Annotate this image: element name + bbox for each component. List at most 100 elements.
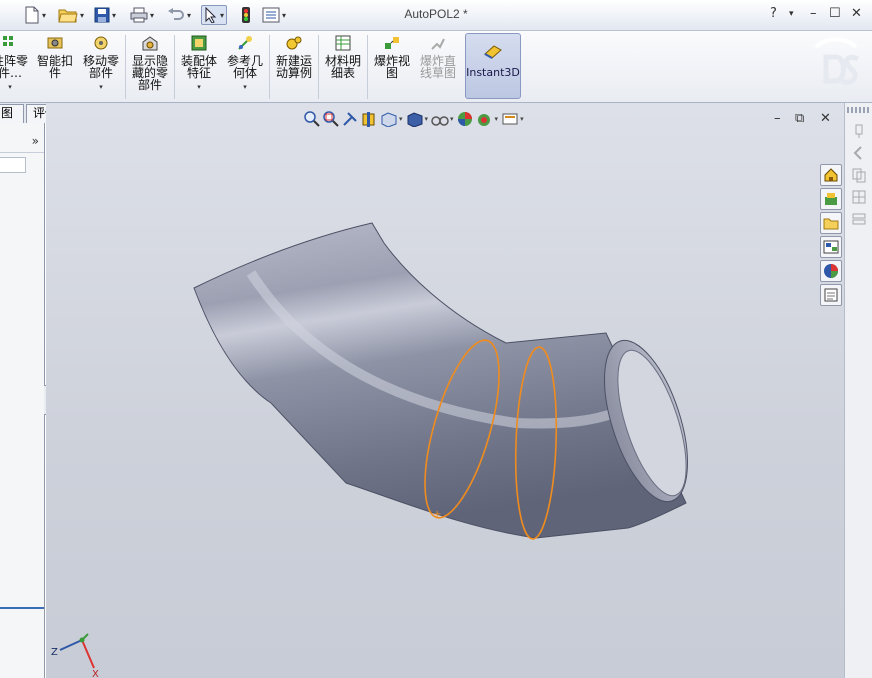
dropdown-arrow[interactable]: ▾ — [425, 115, 429, 123]
task-pane-file-explorer-tab[interactable] — [820, 212, 842, 234]
dropdown-arrow[interactable]: ▾ — [282, 11, 286, 20]
button-label: 爆炸直 线草图 — [419, 54, 456, 80]
bill-of-materials-button[interactable]: 材料明 细表 — [322, 34, 364, 100]
dropdown-arrow[interactable]: ▾ — [81, 81, 121, 93]
triad-x-label: X — [92, 669, 99, 678]
rebuild-button[interactable] — [240, 5, 252, 25]
panel-header: » — [0, 131, 44, 153]
dropdown-arrow[interactable]: ▾ — [178, 81, 220, 93]
zoom-area-icon — [323, 111, 339, 127]
ribbon-separator — [269, 35, 270, 99]
linear-pattern-button[interactable]: 性阵零 件… ▾ — [0, 34, 28, 100]
new-document-icon — [25, 6, 39, 24]
view-settings-icon — [502, 113, 518, 125]
minimize-button[interactable]: – — [810, 6, 817, 21]
exploded-view-button[interactable]: 爆炸视 图 — [370, 34, 414, 100]
task-pane-grip[interactable] — [847, 107, 871, 113]
help-button[interactable]: ? — [770, 6, 777, 21]
cursor-arrow-icon — [205, 7, 217, 23]
panel-filter-field[interactable] — [0, 157, 26, 173]
dropdown-arrow[interactable]: ▾ — [399, 115, 403, 123]
edit-appearance-button[interactable] — [457, 111, 473, 127]
assembly-feature-button[interactable]: 装配体 特征 ▾ — [178, 34, 220, 100]
zoom-area-button[interactable] — [323, 111, 339, 127]
open-button[interactable]: ▾ — [58, 5, 84, 25]
new-motion-study-button[interactable]: 新建运 动算例 — [273, 34, 315, 100]
help-dropdown[interactable]: ▾ — [789, 9, 794, 19]
pattern-icon — [3, 36, 13, 46]
dropdown-arrow[interactable]: ▾ — [450, 115, 454, 123]
ribbon-separator — [174, 35, 175, 99]
dropdown-arrow[interactable]: ▾ — [187, 11, 191, 20]
pin-icon[interactable] — [851, 123, 867, 139]
button-label: 装配体 特征 — [180, 54, 217, 80]
zoom-to-fit-button[interactable] — [304, 111, 320, 127]
view-settings-button[interactable]: ▾ — [501, 111, 524, 127]
assembly-feature-icon — [191, 35, 207, 51]
task-pane-custom-properties-tab[interactable] — [820, 284, 842, 306]
design-library-icon — [825, 193, 837, 205]
tab-drawing[interactable]: 图 — [0, 104, 24, 123]
smart-fastener-button[interactable]: 智能扣 件 — [35, 34, 75, 100]
previous-view-icon — [343, 112, 357, 126]
viewport-close-button[interactable]: ✕ — [820, 111, 831, 126]
save-icon — [94, 7, 110, 23]
display-style-icon — [407, 112, 423, 127]
print-button[interactable]: ▾ — [130, 5, 154, 25]
display-style-button[interactable]: ▾ — [406, 111, 429, 127]
select-button[interactable]: ▾ — [201, 5, 228, 25]
appearances-icon — [824, 264, 838, 278]
print-icon — [130, 7, 148, 23]
instant3d-button[interactable]: Instant3D — [465, 33, 521, 99]
maximize-button[interactable]: ☐ — [829, 6, 841, 21]
previous-view-button[interactable] — [342, 111, 358, 127]
show-hidden-icon — [142, 36, 158, 51]
appearance-icon — [457, 112, 472, 126]
button-label: 材料明 细表 — [324, 54, 361, 80]
dropdown-arrow[interactable]: ▾ — [220, 11, 224, 20]
instant3d-icon — [484, 45, 502, 59]
view-orientation-button[interactable]: ▾ — [380, 111, 403, 127]
show-hidden-components-button[interactable]: 显示隐 藏的零 部件 — [129, 34, 171, 100]
undo-icon — [168, 8, 184, 20]
explode-line-sketch-button[interactable]: 爆炸直 线草图 — [416, 34, 460, 100]
ribbon-separator — [318, 35, 319, 99]
view-orientation-icon — [381, 112, 397, 127]
viewport-minimize-button[interactable]: – — [774, 111, 781, 126]
ds-logo-icon — [814, 37, 860, 85]
new-document-button[interactable]: ▾ — [24, 5, 46, 25]
expand-panel-button[interactable]: » — [32, 134, 39, 148]
viewport-restore-button[interactable]: ⧉ — [795, 111, 804, 126]
section-view-button[interactable] — [361, 111, 377, 127]
copy-icon[interactable] — [851, 167, 867, 183]
move-component-button[interactable]: 移动零 部件 ▾ — [81, 34, 121, 100]
grid-icon[interactable] — [851, 189, 867, 205]
dropdown-arrow[interactable]: ▾ — [80, 11, 84, 20]
open-folder-icon — [58, 9, 78, 23]
reference-geometry-button[interactable]: 参考几 何体 ▾ — [224, 34, 266, 100]
reference-triad: Z X — [51, 633, 99, 678]
dropdown-arrow[interactable]: ▾ — [112, 11, 116, 20]
feature-manager-panel: » — [0, 123, 45, 678]
graphics-area[interactable]: + ▾ ▾ ▾ ▾ ▾ – ⧉ ✕ — [46, 103, 844, 678]
save-button[interactable]: ▾ — [94, 5, 116, 25]
dropdown-arrow[interactable]: ▾ — [0, 81, 28, 93]
close-button[interactable]: ✕ — [851, 6, 862, 21]
task-pane-design-library-tab[interactable] — [820, 188, 842, 210]
undo-button[interactable]: ▾ — [167, 5, 191, 25]
apply-scene-button[interactable]: ▾ — [476, 111, 499, 127]
task-pane-home-tab[interactable] — [820, 164, 842, 186]
back-icon[interactable] — [851, 145, 867, 161]
dropdown-arrow[interactable]: ▾ — [150, 11, 154, 20]
tab-label: 图 — [1, 106, 14, 120]
dropdown-arrow[interactable]: ▾ — [42, 11, 46, 20]
dropdown-arrow[interactable]: ▾ — [520, 115, 524, 123]
hide-show-items-button[interactable]: ▾ — [431, 111, 454, 127]
task-pane-appearances-tab[interactable] — [820, 260, 842, 282]
task-pane-view-palette-tab[interactable] — [820, 236, 842, 258]
dropdown-arrow[interactable]: ▾ — [224, 81, 266, 93]
dropdown-arrow[interactable]: ▾ — [495, 115, 499, 123]
model-elbow-pipe[interactable]: + — [46, 103, 844, 678]
layers-icon[interactable] — [851, 211, 867, 227]
options-button[interactable]: ▾ — [262, 5, 286, 25]
